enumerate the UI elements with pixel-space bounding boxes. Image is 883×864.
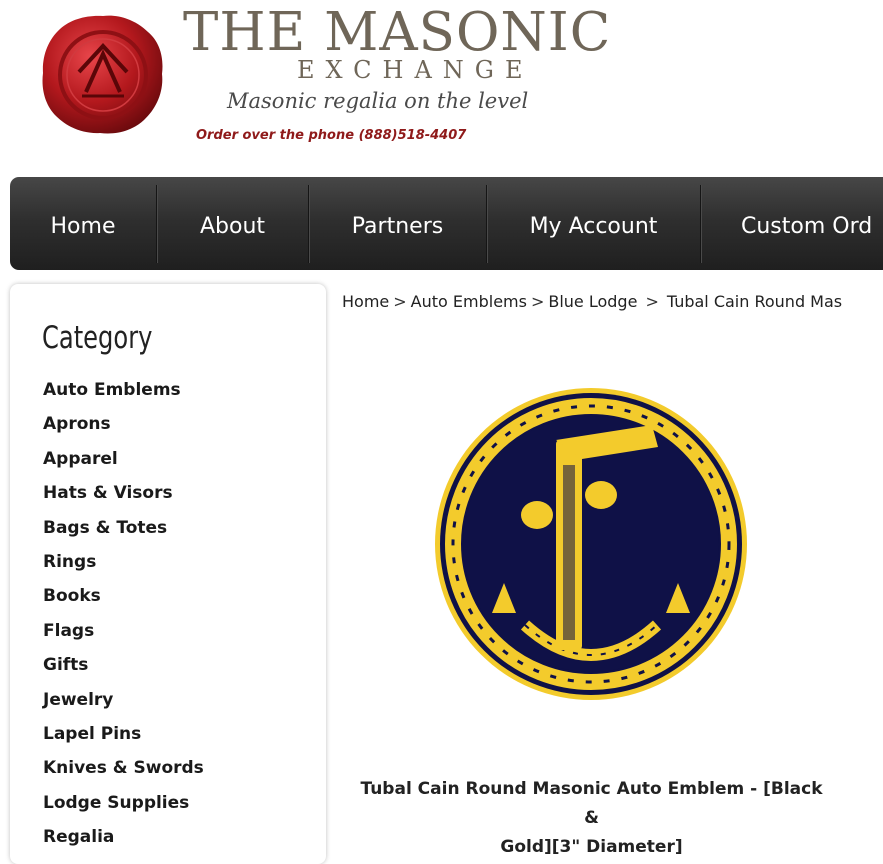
phone-order-text: Order over the phone (888)518-4407 (196, 128, 467, 143)
product-title: Tubal Cain Round Masonic Auto Emblem - [… (358, 775, 825, 862)
category-item-regalia[interactable]: Regalia (43, 825, 204, 859)
logo-title[interactable]: THE MASONIC (183, 2, 611, 63)
nav-item-partners[interactable]: Partners (309, 177, 486, 270)
category-item-gifts[interactable]: Gifts (43, 653, 204, 687)
nav-item-home[interactable]: Home (10, 177, 156, 270)
breadcrumb-current: Tubal Cain Round Mas (666, 292, 843, 311)
category-item-auto-emblems[interactable]: Auto Emblems (43, 378, 204, 412)
category-item-books[interactable]: Books (43, 584, 204, 618)
category-item-flags[interactable]: Flags (43, 619, 204, 653)
breadcrumb-home[interactable]: Home (342, 292, 389, 311)
logo-seal-icon[interactable] (40, 12, 166, 136)
category-list: Auto Emblems Aprons Apparel Hats & Visor… (43, 378, 204, 859)
category-item-lapel-pins[interactable]: Lapel Pins (43, 722, 204, 756)
breadcrumb-auto-emblems[interactable]: Auto Emblems (411, 292, 527, 311)
category-item-jewelry[interactable]: Jewelry (43, 688, 204, 722)
category-item-rings[interactable]: Rings (43, 550, 204, 584)
category-item-aprons[interactable]: Aprons (43, 412, 204, 446)
category-item-apparel[interactable]: Apparel (43, 447, 204, 481)
product-title-line-1: Tubal Cain Round Masonic Auto Emblem - [… (360, 779, 823, 828)
nav-item-custom-orders[interactable]: Custom Ord (701, 177, 883, 270)
category-item-hats-visors[interactable]: Hats & Visors (43, 481, 204, 515)
nav-item-about[interactable]: About (157, 177, 308, 270)
category-item-lodge-supplies[interactable]: Lodge Supplies (43, 791, 204, 825)
logo-subtitle: EXCHANGE (297, 56, 534, 84)
nav-item-my-account[interactable]: My Account (487, 177, 700, 270)
breadcrumb-separator: > (645, 292, 659, 311)
breadcrumb-separator: > (530, 292, 545, 311)
category-item-knives-swords[interactable]: Knives & Swords (43, 756, 204, 790)
logo-tagline: Masonic regalia on the level (227, 89, 529, 113)
category-heading: Category (42, 320, 153, 356)
product-title-line-2: Gold][3" Diameter] (500, 837, 683, 857)
product-image[interactable] (430, 385, 752, 703)
main-nav: Home About Partners My Account Custom Or… (10, 177, 883, 270)
category-item-bags-totes[interactable]: Bags & Totes (43, 516, 204, 550)
breadcrumb: Home > Auto Emblems > Blue Lodge > Tubal Cain … (342, 292, 842, 311)
breadcrumb-blue-lodge[interactable]: Blue Lodge (548, 292, 637, 311)
category-sidebar: Category Auto Emblems Aprons Apparel Hat… (10, 284, 326, 864)
breadcrumb-separator: > (393, 292, 407, 311)
